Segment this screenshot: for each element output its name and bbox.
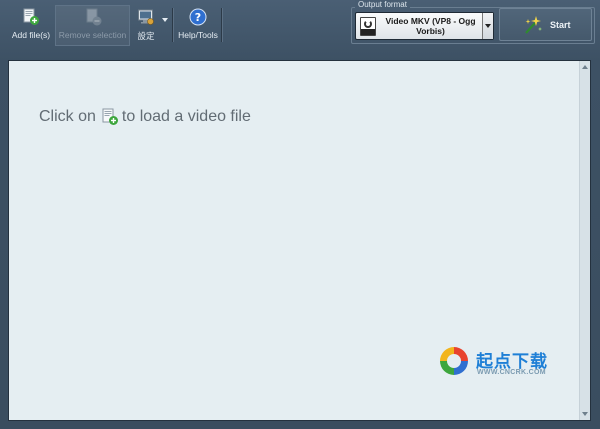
remove-file-icon <box>86 8 101 26</box>
watermark-logo-icon <box>440 347 468 375</box>
settings-monitor-icon <box>138 9 154 25</box>
output-format-line1: Video MKV (VP8 - Ogg <box>385 16 476 26</box>
settings-label: 設定 <box>137 31 155 41</box>
output-format-legend: Output format <box>355 0 410 9</box>
empty-hint: Click on to load a video file <box>39 108 251 126</box>
settings-dropdown-icon[interactable] <box>162 18 168 22</box>
file-list-panel[interactable]: Click on to load a video file 起点下载 WWW.C… <box>8 60 591 421</box>
sparkle-wand-icon <box>525 15 542 34</box>
add-file-icon <box>102 108 118 125</box>
hint-text-after: to load a video file <box>121 108 251 125</box>
chevron-down-icon[interactable] <box>482 13 493 39</box>
toolbar-separator <box>172 8 173 42</box>
watermark: 起点下载 WWW.CNCRK.COM <box>437 344 557 384</box>
toolbar-separator <box>221 8 222 42</box>
svg-text:?: ? <box>195 11 201 24</box>
scroll-up-icon[interactable] <box>582 65 588 69</box>
settings-button[interactable]: 設定 <box>133 6 159 46</box>
hint-text-before: Click on <box>39 108 96 125</box>
output-format-select[interactable]: Video MKV (VP8 - Ogg Vorbis) <box>355 12 494 40</box>
add-file-icon <box>23 8 39 25</box>
scroll-down-icon[interactable] <box>582 412 588 416</box>
remove-selection-button[interactable]: Remove selection <box>55 5 130 46</box>
watermark-url: WWW.CNCRK.COM <box>477 369 546 376</box>
add-files-button[interactable]: Add file(s) <box>6 6 56 46</box>
help-icon: ? <box>189 8 207 26</box>
start-button[interactable]: Start <box>499 8 592 41</box>
remove-selection-label: Remove selection <box>58 30 127 40</box>
mkv-icon <box>360 16 376 36</box>
help-tools-button[interactable]: ? Help/Tools <box>176 6 220 46</box>
help-tools-label: Help/Tools <box>178 30 218 40</box>
start-label: Start <box>550 19 571 30</box>
app-window: Add file(s) Remove selection 設定 ? Help/T… <box>0 0 600 429</box>
vertical-scrollbar[interactable] <box>579 61 590 420</box>
output-format-value: Video MKV (VP8 - Ogg Vorbis) <box>379 16 482 36</box>
toolbar: Add file(s) Remove selection 設定 ? Help/T… <box>0 0 600 52</box>
add-files-label: Add file(s) <box>11 30 51 40</box>
output-format-line2: Vorbis) <box>416 26 445 36</box>
